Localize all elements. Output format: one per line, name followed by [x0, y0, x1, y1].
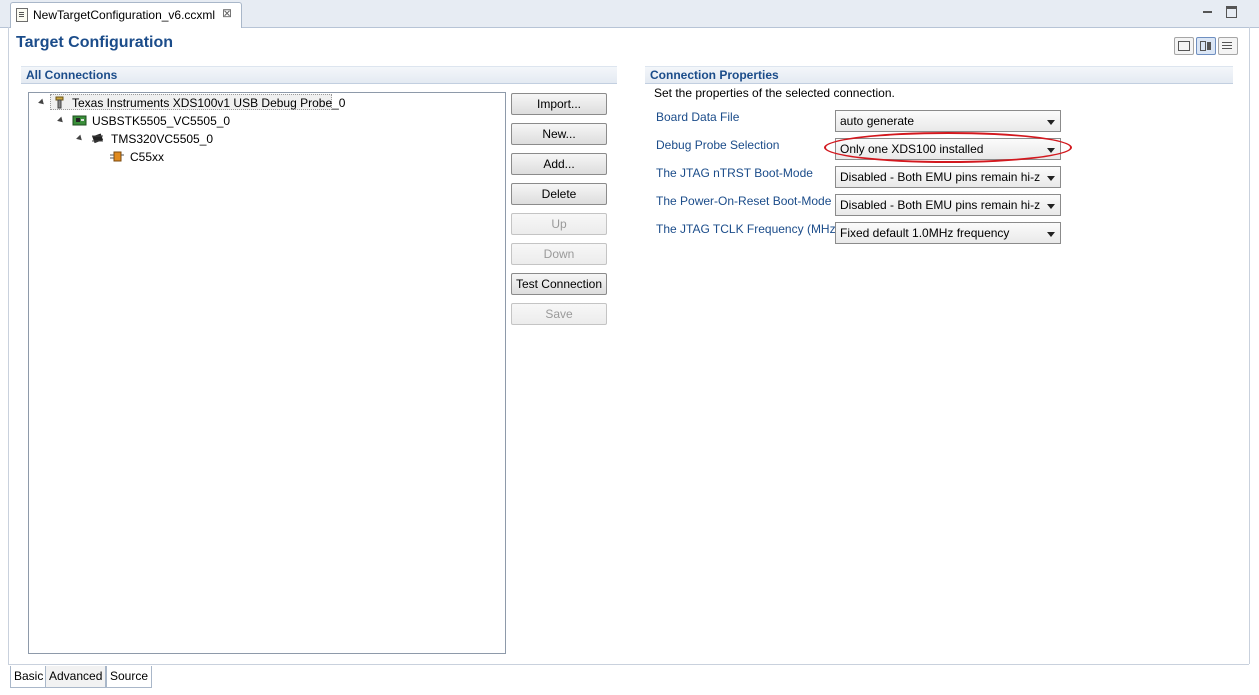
- board-icon: [72, 114, 87, 127]
- tab-advanced[interactable]: Advanced: [45, 666, 107, 688]
- collapse-view-icon[interactable]: [1174, 37, 1194, 55]
- chip-icon: [90, 132, 104, 145]
- editor-tab[interactable]: NewTargetConfiguration_v6.ccxml ⊠: [10, 2, 242, 28]
- expand-triangle-icon[interactable]: [57, 116, 65, 125]
- tree-item-label: USBSTK5505_VC5505_0: [92, 114, 231, 128]
- tab-source[interactable]: Source: [106, 666, 153, 688]
- highlight-annotation: [824, 132, 1072, 163]
- file-icon: [16, 8, 28, 22]
- new-button[interactable]: New...: [511, 123, 607, 145]
- chevron-down-icon: [1047, 204, 1055, 209]
- tree-item-board[interactable]: USBSTK5505_VC5505_0: [29, 113, 499, 129]
- properties-description: Set the properties of the selected conne…: [654, 86, 895, 100]
- power-on-reset-boot-mode-select[interactable]: Disabled - Both EMU pins remain hi-z: [835, 194, 1061, 216]
- close-icon[interactable]: ⊠: [222, 6, 232, 20]
- power-on-reset-boot-mode-label: The Power-On-Reset Boot-Mode: [656, 194, 832, 208]
- connection-properties-header: Connection Properties: [645, 66, 1233, 84]
- tree-item-label: TMS320VC5505_0: [111, 132, 214, 146]
- board-data-file-label: Board Data File: [656, 110, 740, 124]
- jtag-ntrst-boot-mode-label: The JTAG nTRST Boot-Mode: [656, 166, 813, 180]
- tree-item-label: Texas Instruments XDS100v1 USB Debug Pro…: [72, 96, 346, 110]
- split-view-icon[interactable]: [1196, 37, 1216, 55]
- page-title: Target Configuration: [16, 34, 174, 51]
- chevron-down-icon: [1047, 232, 1055, 237]
- chevron-down-icon: [1047, 120, 1055, 125]
- expand-triangle-icon[interactable]: [38, 98, 46, 107]
- down-button[interactable]: Down: [511, 243, 607, 265]
- jtag-tclk-frequency-select[interactable]: Fixed default 1.0MHz frequency: [835, 222, 1061, 244]
- select-value: Fixed default 1.0MHz frequency: [840, 226, 1010, 240]
- select-value: auto generate: [840, 114, 915, 128]
- minimize-icon[interactable]: [1203, 5, 1213, 17]
- tree-item-chip[interactable]: TMS320VC5505_0: [29, 131, 499, 147]
- add-button[interactable]: Add...: [511, 153, 607, 175]
- import-button[interactable]: Import...: [511, 93, 607, 115]
- tree-item-label: C55xx: [130, 150, 165, 164]
- list-view-icon[interactable]: [1218, 37, 1238, 55]
- jtag-tclk-frequency-label: The JTAG TCLK Frequency (MHz): [656, 222, 840, 236]
- select-value: Disabled - Both EMU pins remain hi-z: [840, 170, 1041, 184]
- save-button[interactable]: Save: [511, 303, 607, 325]
- bottom-tab-divider: [8, 664, 1249, 665]
- cpu-core-icon: [109, 150, 124, 163]
- jtag-ntrst-boot-mode-select[interactable]: Disabled - Both EMU pins remain hi-z: [835, 166, 1061, 188]
- tree-item-debug-probe[interactable]: Texas Instruments XDS100v1 USB Debug Pro…: [29, 95, 499, 111]
- chevron-down-icon: [1047, 176, 1055, 181]
- tree-item-cpu[interactable]: C55xx: [29, 149, 499, 165]
- debug-probe-icon: [53, 96, 67, 109]
- debug-probe-selection-label: Debug Probe Selection: [656, 138, 780, 152]
- up-button[interactable]: Up: [511, 213, 607, 235]
- all-connections-header: All Connections: [21, 66, 617, 84]
- maximize-icon[interactable]: [1226, 6, 1237, 18]
- connections-tree[interactable]: Texas Instruments XDS100v1 USB Debug Pro…: [28, 92, 506, 654]
- select-value: Disabled - Both EMU pins remain hi-z: [840, 198, 1041, 212]
- expand-triangle-icon[interactable]: [76, 134, 84, 143]
- tab-basic[interactable]: Basic: [10, 666, 48, 688]
- test-connection-button[interactable]: Test Connection: [511, 273, 607, 295]
- delete-button[interactable]: Delete: [511, 183, 607, 205]
- board-data-file-select[interactable]: auto generate: [835, 110, 1061, 132]
- editor-tab-title: NewTargetConfiguration_v6.ccxml: [33, 8, 216, 22]
